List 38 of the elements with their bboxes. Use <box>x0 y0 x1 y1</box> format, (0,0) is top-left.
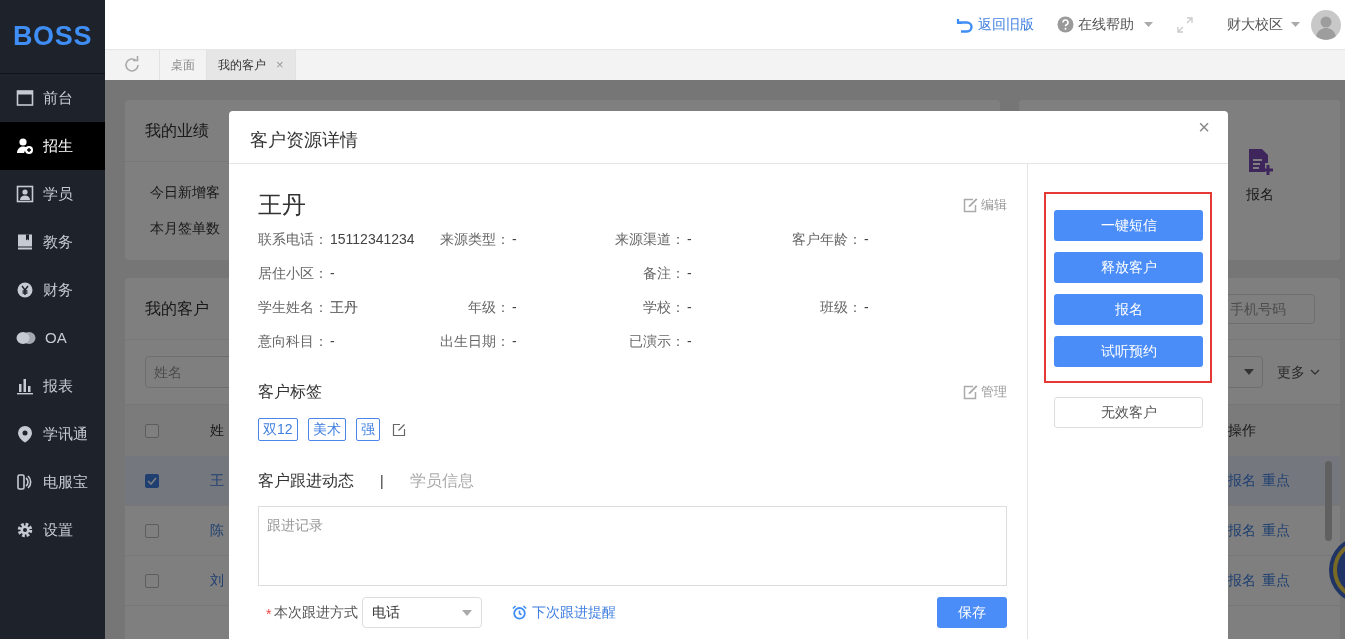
field-value: - <box>687 331 692 351</box>
field-value: - <box>330 263 335 283</box>
required-mark: * <box>266 605 272 624</box>
field-value: - <box>864 297 869 317</box>
field-label: 客户年龄： <box>791 229 862 249</box>
section-title: 客户标签 <box>258 382 322 402</box>
field-label: 居住小区： <box>258 263 328 283</box>
field-value: - <box>330 331 335 351</box>
field-label: 班级： <box>819 297 862 317</box>
field-label: 年级： <box>467 297 510 317</box>
customer-name: 王丹 <box>258 190 306 220</box>
field-label: 意向科目： <box>258 331 328 351</box>
field-value: - <box>687 263 692 283</box>
logo: BOSS <box>12 20 93 54</box>
field-label: 学生姓名： <box>258 297 328 317</box>
field-value: - <box>512 331 517 351</box>
field-value: - <box>687 297 692 317</box>
field-label: 联系电话： <box>258 229 328 249</box>
dialog-title: 客户资源详情 <box>250 128 358 152</box>
column-header: 姓 <box>210 422 224 438</box>
field-label: 来源类型： <box>439 229 510 249</box>
column-header: 操作 <box>1228 421 1257 440</box>
field-value: - <box>864 229 869 249</box>
field-label: 出生日期： <box>439 331 510 351</box>
field-value: - <box>512 229 517 249</box>
card-title: 我的业绩 <box>145 120 209 141</box>
field-label: 本次跟进方式 <box>274 603 359 622</box>
field-value: - <box>687 229 692 249</box>
field-label: 来源渠道： <box>614 229 685 249</box>
card-title: 我的客户 <box>145 298 209 319</box>
field-label: 已演示： <box>628 331 685 351</box>
field-value: 15112341234 <box>330 229 415 249</box>
field-label: 备注： <box>642 263 685 283</box>
field-label: 学校： <box>642 297 685 317</box>
stat-label: 今日新增客 <box>150 183 221 202</box>
field-value: - <box>512 297 517 317</box>
tab-separator: | <box>380 471 384 491</box>
field-value: 王丹 <box>330 297 358 317</box>
